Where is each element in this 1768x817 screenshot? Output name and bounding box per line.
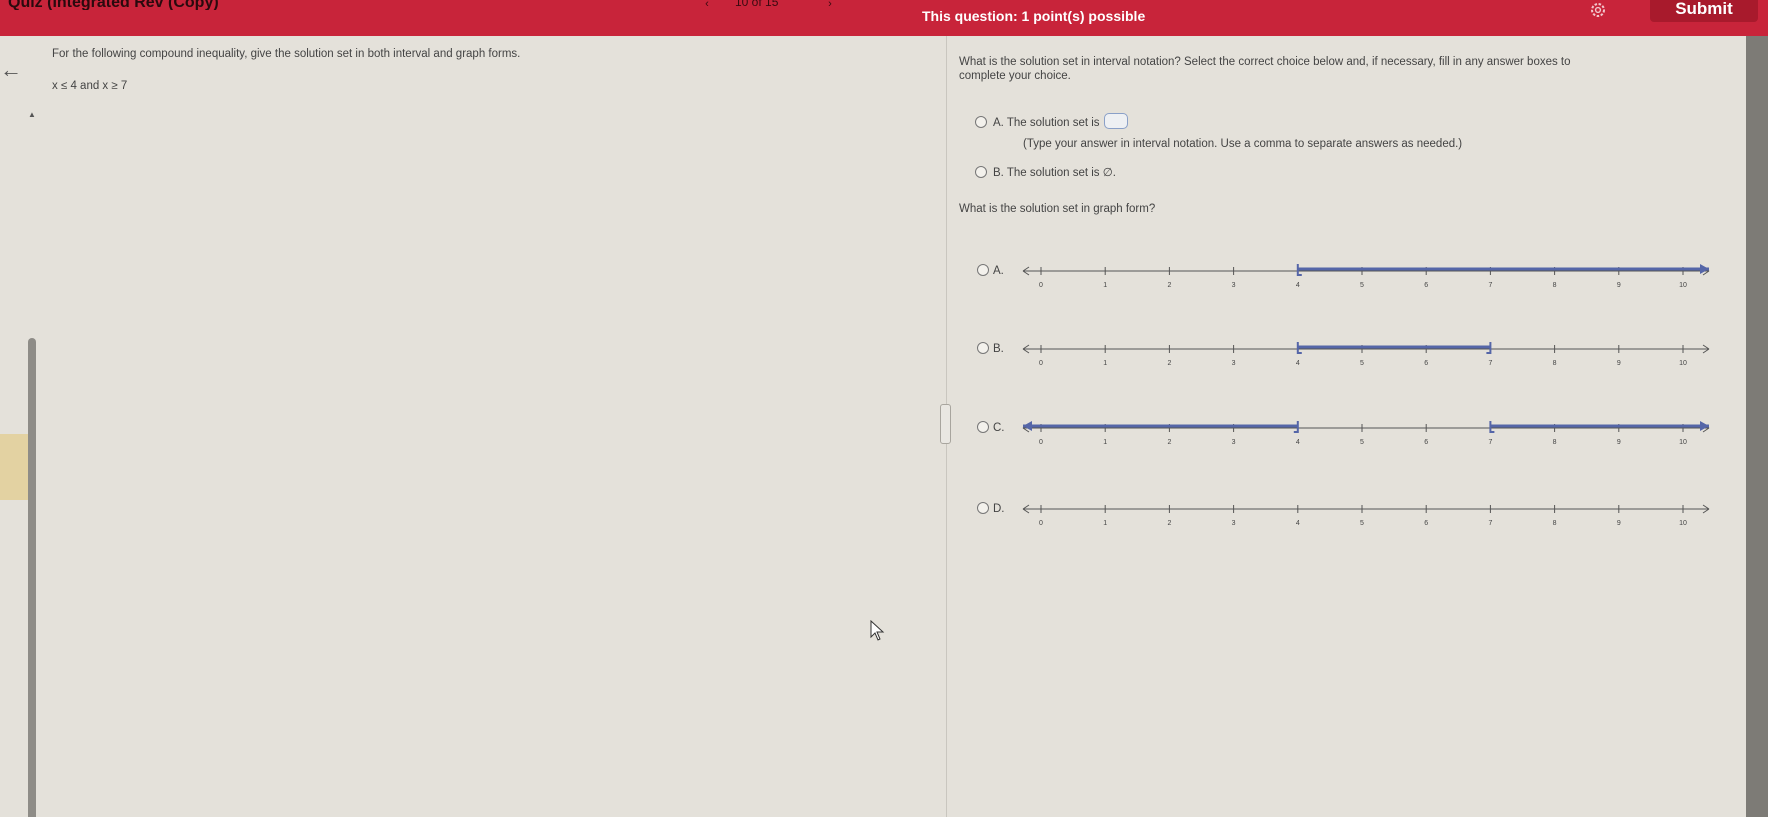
interval-question-line2: complete your choice.: [959, 70, 1071, 82]
radio-button[interactable]: [977, 342, 989, 354]
tick-label: 3: [1232, 439, 1236, 446]
gear-icon[interactable]: [1588, 0, 1608, 20]
question-panel: [0, 36, 946, 817]
tick-label: 1: [1103, 439, 1107, 446]
side-tab[interactable]: [0, 434, 30, 500]
radio-button[interactable]: [977, 264, 989, 276]
tick-label: 0: [1039, 360, 1043, 367]
tick-label: 10: [1679, 520, 1687, 527]
radio-button[interactable]: [975, 116, 987, 128]
tick-label: 9: [1617, 282, 1621, 289]
top-bar: Quiz (Integrated Rev (Copy) ‹ 10 of 15 ›…: [0, 0, 1768, 36]
interval-question-line1: What is the solution set in interval not…: [959, 56, 1571, 68]
number-line-graph: 0 1 2 3 4 5 6 7 8 9 10: [1022, 342, 1710, 367]
tick-label: 3: [1232, 282, 1236, 289]
graph-choice-b[interactable]: B. 0 1 2 3 4 5 6 7 8 9 10: [977, 342, 1737, 382]
number-line-graph: 0 1 2 3 4 5 6 7 8 9 10: [1022, 421, 1710, 446]
tick-label: 2: [1167, 439, 1171, 446]
tick-label: 5: [1360, 360, 1364, 367]
interval-choice-b[interactable]: B. The solution set is ∅.: [975, 165, 1116, 179]
tick-label: 4: [1296, 282, 1300, 289]
choice-b-label: B. The solution set is ∅.: [993, 167, 1116, 179]
tick-label: 2: [1167, 520, 1171, 527]
tick-label: 10: [1679, 360, 1687, 367]
tick-label: 4: [1296, 439, 1300, 446]
tick-label: 4: [1296, 360, 1300, 367]
tick-label: 2: [1167, 360, 1171, 367]
right-scrollbar[interactable]: [1746, 36, 1768, 817]
mouse-cursor-icon: [870, 620, 885, 641]
tick-label: 8: [1553, 360, 1557, 367]
tick-label: 8: [1553, 520, 1557, 527]
graph-choice-label: C.: [993, 422, 1005, 434]
tick-label: 10: [1679, 282, 1687, 289]
tick-label: 0: [1039, 520, 1043, 527]
graph-choice-label: B.: [993, 343, 1004, 355]
back-arrow-icon[interactable]: ←: [0, 58, 22, 82]
tick-label: 10: [1679, 439, 1687, 446]
tick-label: 9: [1617, 360, 1621, 367]
interval-choice-a[interactable]: A. The solution set is: [975, 113, 1128, 129]
submit-button[interactable]: Submit: [1650, 0, 1758, 22]
quiz-title: Quiz (Integrated Rev (Copy): [8, 0, 219, 10]
graph-choice-label: D.: [993, 503, 1005, 515]
tick-label: 7: [1488, 520, 1492, 527]
tick-label: 5: [1360, 282, 1364, 289]
tick-label: 1: [1103, 520, 1107, 527]
tick-label: 7: [1488, 282, 1492, 289]
radio-button[interactable]: [975, 166, 987, 178]
graph-question: What is the solution set in graph form?: [959, 203, 1156, 215]
question-counter: 10 of 15: [735, 0, 779, 9]
radio-button[interactable]: [977, 502, 989, 514]
tick-label: 5: [1360, 439, 1364, 446]
tick-label: 7: [1488, 439, 1492, 446]
tick-label: 5: [1360, 520, 1364, 527]
graph-choice-c[interactable]: C. 0 1 2 3 4 5 6 7 8 9 10: [977, 421, 1737, 461]
choice-a-hint: (Type your answer in interval notation. …: [1023, 138, 1463, 150]
choice-a-label: A. The solution set is: [993, 117, 1100, 129]
previous-question-button[interactable]: ‹: [700, 0, 714, 12]
tick-label: 1: [1103, 282, 1107, 289]
tick-label: 8: [1553, 439, 1557, 446]
question-points-label: This question: 1 point(s) possible: [922, 8, 1146, 24]
tick-label: 9: [1617, 520, 1621, 527]
tick-label: 3: [1232, 520, 1236, 527]
question-prompt: For the following compound inequality, g…: [52, 48, 521, 60]
graph-choice-d[interactable]: D. 0 1 2 3 4 5 6 7 8 9 10: [977, 502, 1737, 542]
number-line-graph: 0 1 2 3 4 5 6 7 8 9 10: [1022, 264, 1710, 289]
tick-label: 8: [1553, 282, 1557, 289]
tick-label: 1: [1103, 360, 1107, 367]
number-line-graph: 0 1 2 3 4 5 6 7 8 9 10: [1022, 504, 1710, 527]
radio-button[interactable]: [977, 421, 989, 433]
tick-label: 7: [1488, 360, 1492, 367]
tick-label: 3: [1232, 360, 1236, 367]
tick-label: 0: [1039, 282, 1043, 289]
scroll-up-icon[interactable]: ▲: [28, 110, 36, 119]
tick-label: 2: [1167, 282, 1171, 289]
tick-label: 6: [1424, 282, 1428, 289]
interval-answer-box[interactable]: [1103, 113, 1128, 129]
next-question-button[interactable]: ›: [823, 0, 837, 12]
tick-label: 4: [1296, 520, 1300, 527]
tick-label: 6: [1424, 439, 1428, 446]
tick-label: 0: [1039, 439, 1043, 446]
tick-label: 9: [1617, 439, 1621, 446]
tick-label: 6: [1424, 360, 1428, 367]
graph-choice-label: A.: [993, 265, 1004, 277]
graph-choice-a[interactable]: A. 0 1 2 3 4 5 6 7 8 9 10: [977, 264, 1737, 304]
left-scrollbar[interactable]: [28, 338, 36, 817]
tick-label: 6: [1424, 520, 1428, 527]
inequality-text: x ≤ 4 and x ≥ 7: [52, 80, 128, 92]
